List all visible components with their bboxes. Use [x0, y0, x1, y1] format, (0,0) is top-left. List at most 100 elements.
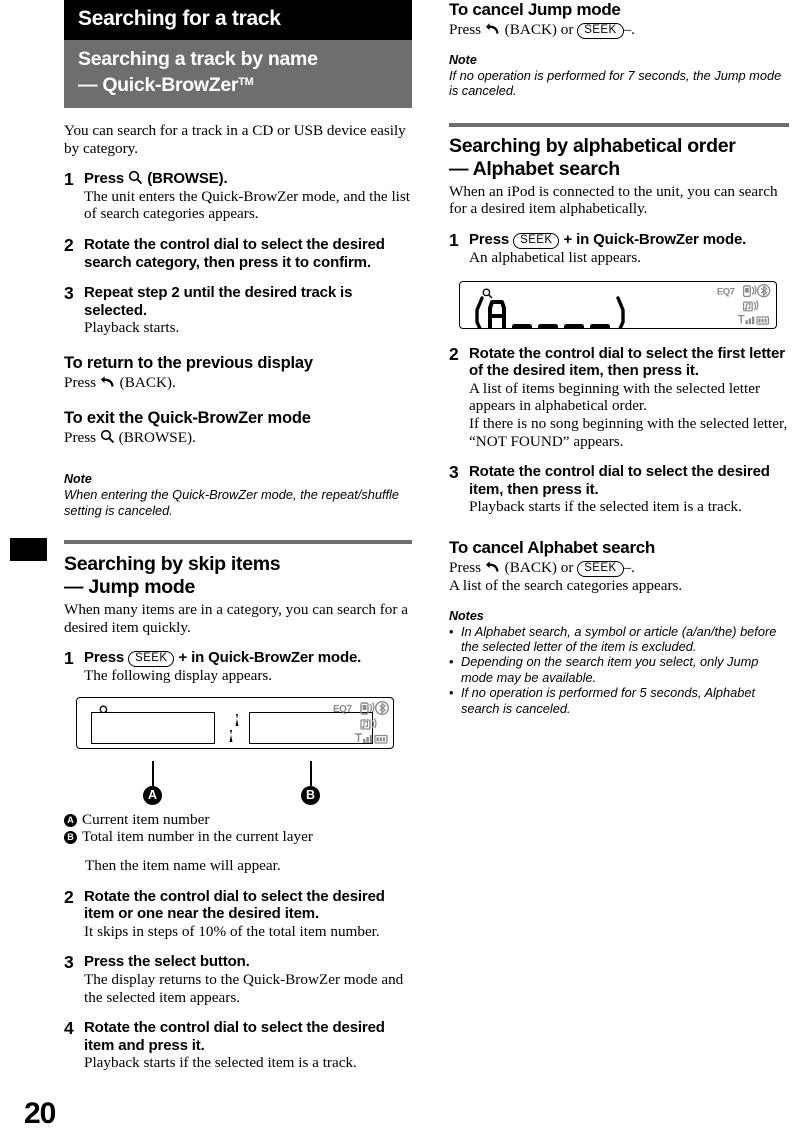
step-1: 1 Press (BROWSE). The unit enters the Qu… — [64, 170, 412, 223]
step-number: 3 — [64, 952, 74, 973]
alphabet-search-heading: Searching by alphabetical order — Alphab… — [449, 135, 789, 181]
alphabet-display-illustration: EQ7 — [459, 280, 777, 329]
step-number: 1 — [449, 230, 459, 250]
step-title: Rotate the control dial to select the de… — [84, 1019, 385, 1054]
cancel-alphabet-instruction: Press (BACK) or SEEK –. — [449, 558, 635, 577]
step-title: Rotate the control dial to select the de… — [84, 236, 385, 271]
note-item: If no operation is performed for 5 secon… — [449, 685, 789, 716]
step-3: 3 Repeat step 2 until the desired track … — [64, 284, 412, 337]
seek-button-label: SEEK — [577, 23, 624, 39]
chapter-tab-marker — [10, 538, 47, 561]
lcd-status-icons: EQ7 — [698, 283, 772, 328]
back-icon — [485, 22, 501, 36]
notes-list: In Alphabet search, a symbol or article … — [449, 624, 789, 716]
lcd-status-icons: EQ7 — [315, 700, 390, 746]
callout-marker-a: A — [143, 785, 162, 805]
callout-leader-a — [152, 760, 154, 786]
section-divider-rule — [64, 539, 412, 544]
back-icon — [485, 560, 501, 574]
step-number: 3 — [64, 283, 74, 304]
step-description: A list of items beginning with the selec… — [469, 379, 788, 450]
step-2: 2 Rotate the control dial to select the … — [64, 236, 412, 271]
step-description: Playback starts if the selected item is … — [469, 498, 742, 516]
trademark-symbol: TM — [238, 76, 254, 88]
return-previous-instruction: Press (BACK). — [64, 373, 176, 391]
step-number: 1 — [64, 648, 74, 669]
jump-step-4: 4 Rotate the control dial to select the … — [64, 1019, 412, 1072]
step-title: Press SEEK + in Quick-BrowZer mode. — [84, 649, 362, 668]
jump-mode-intro: When many items are in a category, you c… — [64, 600, 408, 636]
step-description: The following display appears. — [84, 667, 273, 685]
browse-icon — [128, 170, 143, 185]
alphabet-step-3: 3 Rotate the control dial to select the … — [449, 463, 789, 516]
jump-mode-heading-line2: — Jump mode — [64, 575, 196, 598]
step-number: 2 — [64, 886, 74, 907]
alphabet-search-intro: When an iPod is connected to the unit, y… — [449, 182, 778, 218]
chapter-title: Searching for a track — [78, 7, 281, 30]
step-number: 3 — [449, 462, 459, 483]
step-description: The unit enters the Quick-BrowZer mode, … — [84, 187, 411, 223]
browse-icon — [100, 429, 115, 444]
jump-mode-heading: Searching by skip items — Jump mode — [64, 553, 412, 599]
alphabet-search-heading-line2: — Alphabet search — [449, 157, 620, 180]
alphabet-step-2: 2 Rotate the control dial to select the … — [449, 345, 789, 451]
section-title-line1: Searching a track by name — [78, 48, 318, 70]
note-item: In Alphabet search, a symbol or article … — [449, 624, 789, 655]
callout-marker-b: B — [301, 785, 320, 805]
page-number: 20 — [24, 1097, 56, 1130]
right-column: To cancel Jump mode Press (BACK) or SEEK… — [449, 0, 797, 716]
step-number: 1 — [64, 169, 74, 190]
lcd-field-current-item — [91, 711, 215, 744]
step-title: Rotate the control dial to select the de… — [469, 463, 770, 498]
section-title-line2: — Quick-BrowZerTM — [78, 74, 254, 97]
seek-button-label: SEEK — [513, 233, 560, 249]
exit-quickbrowzer-instruction: Press (BROWSE). — [64, 428, 196, 446]
intro-paragraph: You can search for a track in a CD or US… — [64, 122, 406, 157]
section-divider-rule — [449, 122, 789, 127]
cancel-alphabet-heading: To cancel Alphabet search — [449, 537, 656, 557]
cancel-jump-instruction: Press (BACK) or SEEK –. — [449, 21, 635, 39]
step-title: Rotate the control dial to select the de… — [84, 887, 385, 923]
section-title-bar: Searching a track by name — Quick-BrowZe… — [64, 40, 412, 109]
lcd-alphabet-text — [468, 294, 648, 328]
seek-button-label: SEEK — [128, 651, 175, 668]
jump-step-2: 2 Rotate the control dial to select the … — [64, 888, 412, 941]
step-description: An alphabetical list appears. — [469, 249, 642, 266]
chapter-title-bar: Searching for a track — [64, 0, 412, 40]
step-description: It skips in steps of 10% of the total it… — [84, 922, 380, 940]
jump-step-3: 3 Press the select button. The display r… — [64, 953, 412, 1006]
note-text: If no operation is performed for 7 secon… — [449, 68, 782, 99]
callout-legend-text-b: Total item number in the current layer — [82, 828, 313, 846]
note-label: Note — [449, 53, 477, 67]
left-column: Searching for a track Searching a track … — [64, 0, 412, 1072]
callout-marker-b-inline: B — [64, 831, 77, 845]
note-label: Note — [64, 472, 92, 487]
note-item: Depending on the search item you select,… — [449, 654, 789, 685]
cancel-jump-heading: To cancel Jump mode — [449, 0, 621, 19]
jump-mode-heading-line1: Searching by skip items — [64, 552, 281, 575]
step-title: Press (BROWSE). — [84, 170, 228, 188]
back-icon — [100, 375, 116, 389]
step-number: 4 — [64, 1018, 74, 1039]
step-number: 2 — [64, 235, 74, 256]
after-callouts-text: Then the item name will appear. — [85, 856, 281, 874]
step-description: Playback starts. — [84, 319, 180, 337]
seek-button-label: SEEK — [577, 560, 624, 577]
step-title: Repeat step 2 until the desired track is… — [84, 284, 353, 319]
step-title: Press SEEK + in Quick-BrowZer mode. — [469, 231, 747, 249]
alphabet-search-heading-line1: Searching by alphabetical order — [449, 134, 736, 157]
lcd-display: EQ7 — [76, 696, 394, 749]
svg-text:EQ7: EQ7 — [717, 286, 735, 297]
notes-label: Notes — [449, 608, 484, 623]
alphabet-step-1: 1 Press SEEK + in Quick-BrowZer mode. An… — [449, 231, 789, 267]
callout-leader-b — [310, 760, 312, 786]
callout-legend-row-b: B Total item number in the current layer — [64, 828, 412, 846]
svg-text:EQ7: EQ7 — [333, 704, 352, 715]
step-description: The display returns to the Quick-BrowZer… — [84, 970, 404, 1006]
step-number: 2 — [449, 343, 459, 364]
step-title: Press the select button. — [84, 953, 250, 971]
subhead-exit-quickbrowzer: To exit the Quick-BrowZer mode — [64, 408, 311, 427]
jump-mode-display-illustration: EQ7 A B — [64, 696, 412, 817]
step-title: Rotate the control dial to select the fi… — [469, 344, 785, 380]
